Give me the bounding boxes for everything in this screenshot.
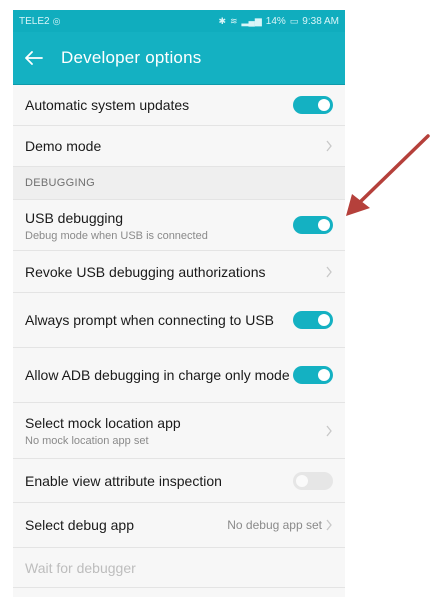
setting-automatic-system-updates[interactable]: Automatic system updates [13, 85, 345, 126]
chevron-right-icon [326, 266, 332, 277]
battery-percent: 14% [265, 15, 286, 27]
chevron-right-icon [326, 425, 332, 436]
setting-revoke-usb-auth[interactable]: Revoke USB debugging authorizations [13, 251, 345, 293]
toggle-switch-off[interactable] [293, 471, 333, 490]
arrow-left-icon[interactable] [25, 47, 47, 69]
instagram-notification-icon: ◎ [52, 15, 61, 26]
setting-value: No debug app set [227, 518, 322, 532]
chevron-right-icon [326, 140, 332, 152]
annotation-arrow [346, 134, 430, 216]
clock: 9:38 AM [302, 15, 339, 27]
setting-label: Demo mode [25, 138, 102, 154]
carrier-label: TELE2 [19, 15, 50, 27]
setting-label: Allow ADB debugging in charge only mode [25, 367, 290, 383]
setting-label: Always prompt when connecting to USB [25, 312, 275, 328]
setting-subtitle: Debug mode when USB is connected [25, 229, 208, 242]
wifi-icon: ≋ [229, 15, 238, 26]
setting-adb-charge-only[interactable]: Allow ADB debugging in charge only mode [13, 348, 345, 403]
toggle-switch-on[interactable] [293, 216, 333, 234]
setting-subtitle: No mock location app set [25, 435, 149, 447]
setting-label: Select mock location app [25, 415, 181, 431]
setting-label: USB debugging [25, 209, 124, 226]
setting-mock-location-app[interactable]: Select mock location app No mock locatio… [13, 403, 345, 459]
setting-label: Wait for debugger [25, 559, 136, 576]
setting-view-attribute-inspection[interactable]: Enable view attribute inspection [13, 459, 345, 503]
toggle-switch-on[interactable] [293, 311, 333, 329]
signal-icon: ▂▄▆ [241, 15, 262, 26]
phone-screen: TELE2 ◎ ✱ ≋ ▂▄▆ 14% ▭ 9:38 AM Developer … [13, 10, 345, 597]
toggle-switch-on[interactable] [293, 96, 333, 114]
setting-demo-mode[interactable]: Demo mode [13, 126, 345, 167]
chevron-right-icon [326, 519, 332, 531]
setting-label: Enable view attribute inspection [25, 472, 222, 489]
setting-usb-debugging[interactable]: USB debugging Debug mode when USB is con… [13, 200, 345, 251]
settings-list: Automatic system updates Demo mode DEBUG… [13, 85, 345, 588]
battery-icon: ▭ [289, 15, 299, 26]
page-title: Developer options [61, 48, 202, 67]
app-bar: Developer options [13, 32, 345, 85]
setting-always-prompt-usb[interactable]: Always prompt when connecting to USB [13, 293, 345, 348]
setting-wait-for-debugger: Wait for debugger [13, 548, 345, 588]
vibrate-icon: ✱ [218, 15, 226, 26]
setting-label: Revoke USB debugging authorizations [25, 263, 266, 280]
section-header-debugging: DEBUGGING [13, 167, 345, 200]
toggle-switch-on[interactable] [293, 366, 333, 384]
setting-select-debug-app[interactable]: Select debug app No debug app set [13, 503, 345, 548]
status-bar: TELE2 ◎ ✱ ≋ ▂▄▆ 14% ▭ 9:38 AM [13, 10, 345, 32]
setting-label: Automatic system updates [25, 97, 190, 113]
